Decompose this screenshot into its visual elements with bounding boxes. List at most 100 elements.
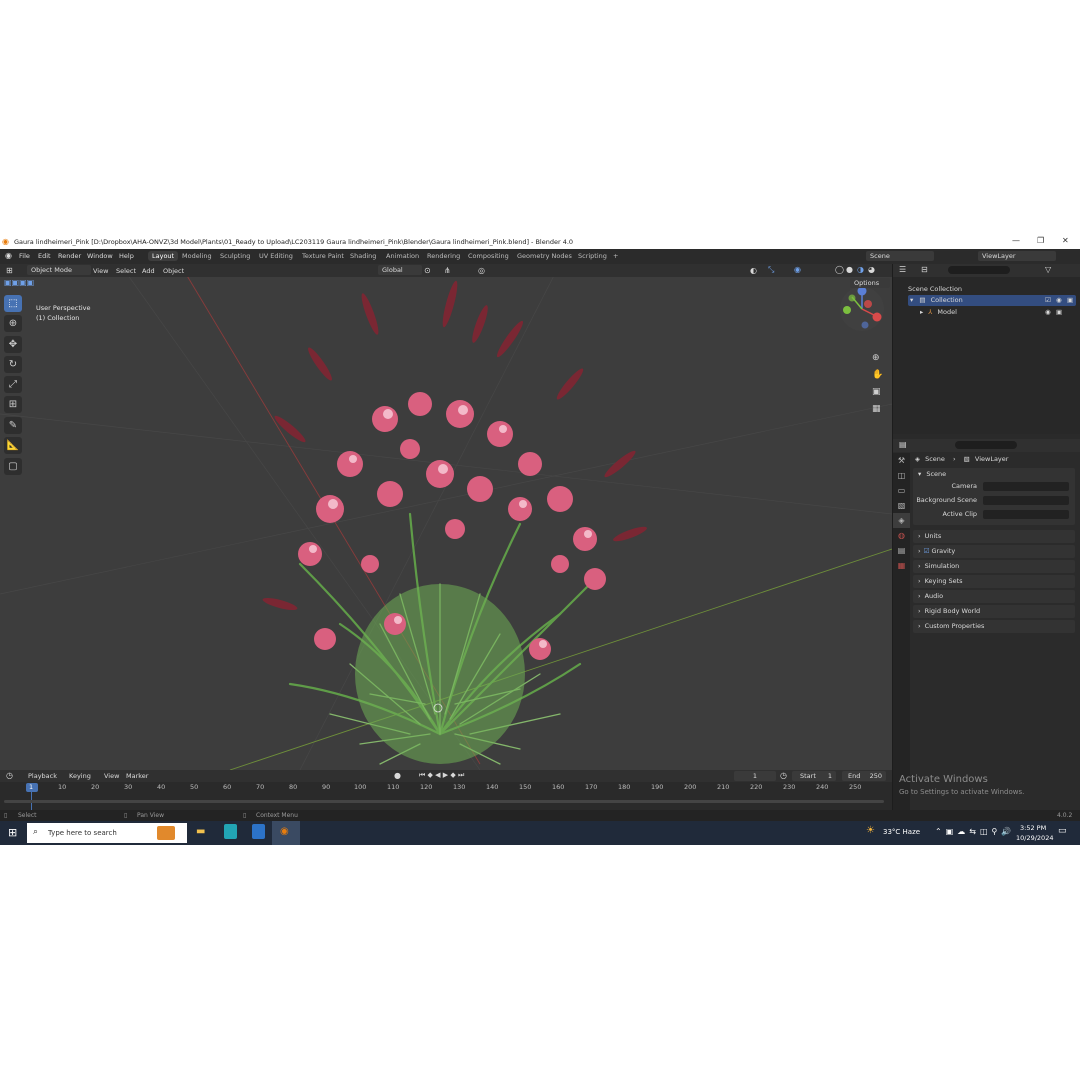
active-clip-field[interactable] xyxy=(983,510,1069,519)
model-row[interactable]: ▸ ⅄ Model ◉ ▣ xyxy=(920,307,1076,318)
menu-edit[interactable]: Edit xyxy=(38,252,51,260)
gravity-checkbox-icon[interactable]: ☑ xyxy=(924,547,930,555)
play-icon[interactable]: ▶ xyxy=(443,771,448,779)
collection-tab-icon[interactable]: ▤ xyxy=(893,543,910,558)
collection-checkbox-icon[interactable]: ☑ xyxy=(1045,295,1051,306)
taskbar-search-box[interactable]: ⌕ Type here to search xyxy=(27,823,187,843)
viewport-menu-object[interactable]: Object xyxy=(163,267,184,275)
outliner-editor-icon[interactable]: ☰ xyxy=(899,265,906,274)
jump-start-icon[interactable]: ⏮ xyxy=(419,771,425,779)
app-3ds-icon[interactable] xyxy=(224,824,237,839)
view-layer-tab-icon[interactable]: ▧ xyxy=(893,498,910,513)
viewport-menu-view[interactable]: View xyxy=(93,267,108,275)
properties-search-input[interactable] xyxy=(955,441,1017,449)
panel-rigid-body-world[interactable]: › Rigid Body World xyxy=(913,605,1075,618)
play-reverse-icon[interactable]: ◀ xyxy=(435,771,440,779)
filter-icon[interactable]: ▽ xyxy=(1045,265,1051,274)
camera-view-icon[interactable]: ▣ xyxy=(872,384,883,401)
panel-custom-properties[interactable]: › Custom Properties xyxy=(913,620,1075,633)
start-frame-field[interactable]: Start 1 xyxy=(792,771,836,781)
display-mode-icon[interactable]: ⊟ xyxy=(921,265,928,274)
collection-expand-icon[interactable]: ▾ xyxy=(910,296,913,304)
prev-keyframe-icon[interactable]: ◆ xyxy=(428,771,433,779)
collection-eye-icon[interactable]: ◉ xyxy=(1056,295,1062,306)
file-explorer-icon[interactable]: ▬ xyxy=(196,826,205,837)
move-icon[interactable]: ✥ xyxy=(4,336,22,353)
blender-menu-icon[interactable]: ◉ xyxy=(5,251,12,260)
rotate-icon[interactable]: ↻ xyxy=(4,356,22,373)
scene-selector[interactable]: Scene xyxy=(866,251,934,261)
tab-geometry-nodes[interactable]: Geometry Nodes xyxy=(517,252,572,260)
weather-icon[interactable]: ☀ xyxy=(866,825,875,836)
tab-uv-editing[interactable]: UV Editing xyxy=(259,252,293,260)
tab-compositing[interactable]: Compositing xyxy=(468,252,509,260)
timeline-menu-playback[interactable]: Playback xyxy=(28,772,57,780)
timeline-menu-keying[interactable]: Keying xyxy=(69,772,91,780)
notifications-icon[interactable]: ▭ xyxy=(1058,826,1067,836)
panel-gravity[interactable]: › ☑ Gravity xyxy=(913,545,1075,558)
menu-window[interactable]: Window xyxy=(87,252,113,260)
overlay-toggle-icon[interactable]: ◉ xyxy=(794,265,801,274)
jump-end-icon[interactable]: ⏭ xyxy=(458,771,464,779)
shading-wireframe-icon[interactable]: ◯ xyxy=(835,265,844,274)
scene-collection-row[interactable]: Scene Collection xyxy=(908,285,962,293)
panel-units[interactable]: › Units xyxy=(913,530,1075,543)
scene-panel-chevron-icon[interactable]: ▾ xyxy=(918,470,921,478)
shading-rendered-icon[interactable]: ◕ xyxy=(868,265,875,274)
collection-row[interactable]: ▾ ▤ Collection ☑ ◉ ▣ xyxy=(908,295,1076,306)
world-tab-icon[interactable]: ◍ xyxy=(893,528,910,543)
windows-start-icon[interactable]: ⊞ xyxy=(8,826,17,839)
select-mode-icon[interactable]: ▣▣▣▣ xyxy=(4,278,34,287)
model-expand-icon[interactable]: ▸ xyxy=(920,308,923,316)
tab-texture-paint[interactable]: Texture Paint xyxy=(302,252,344,260)
tray-icons[interactable]: ⌃▣☁⇆◫⚲🔊 xyxy=(935,827,1015,836)
pan-hand-icon[interactable]: ✋ xyxy=(872,367,883,384)
record-icon[interactable]: ● xyxy=(394,771,401,780)
outliner-search-input[interactable] xyxy=(948,266,1010,274)
annotate-icon[interactable]: ✎ xyxy=(4,417,22,434)
blender-taskbar-button[interactable]: ◉ xyxy=(272,821,300,845)
view-layer-selector[interactable]: ViewLayer xyxy=(978,251,1056,261)
snap-icon[interactable]: ⋔ xyxy=(444,266,451,275)
shading-material-icon[interactable]: ◑ xyxy=(857,265,864,274)
tab-animation[interactable]: Animation xyxy=(386,252,419,260)
transform-orientation[interactable]: Global xyxy=(378,265,422,275)
render-tab-icon[interactable]: ◫ xyxy=(893,468,910,483)
add-workspace-icon[interactable]: + xyxy=(613,252,618,260)
current-frame-field[interactable]: 1 xyxy=(734,771,776,781)
menu-help[interactable]: Help xyxy=(119,252,134,260)
editor-type-icon[interactable]: ⊞ xyxy=(6,266,13,275)
gizmo-toggle-icon[interactable]: ⤡ xyxy=(768,265,774,275)
panel-simulation[interactable]: › Simulation xyxy=(913,560,1075,573)
mode-selector[interactable]: Object Mode xyxy=(27,265,91,275)
menu-render[interactable]: Render xyxy=(58,252,81,260)
tab-shading[interactable]: Shading xyxy=(350,252,376,260)
tab-modeling[interactable]: Modeling xyxy=(182,252,212,260)
pivot-icon[interactable]: ⊙ xyxy=(424,266,431,275)
grid-view-icon[interactable]: ▦ xyxy=(872,401,883,418)
tab-rendering[interactable]: Rendering xyxy=(427,252,460,260)
scene-tab-icon[interactable]: ◈ xyxy=(893,513,910,528)
restore-icon[interactable]: ❐ xyxy=(1037,236,1044,245)
tab-sculpting[interactable]: Sculpting xyxy=(220,252,250,260)
timeline-ruler[interactable]: 1 10 20 30 40 50 60 70 80 90 100 110 120… xyxy=(0,782,892,812)
camera-field[interactable] xyxy=(983,482,1069,491)
timeline-editor-icon[interactable]: ◷ xyxy=(6,771,13,780)
tray-date[interactable]: 10/29/2024 xyxy=(1016,834,1053,842)
timeline-menu-view[interactable]: View xyxy=(104,772,119,780)
model-eye-icon[interactable]: ◉ xyxy=(1045,307,1051,318)
timeline-menu-marker[interactable]: Marker xyxy=(126,772,148,780)
tab-scripting[interactable]: Scripting xyxy=(578,252,607,260)
add-cube-icon[interactable]: ▢ xyxy=(4,458,22,475)
texture-tab-icon[interactable]: ▦ xyxy=(893,558,910,573)
panel-audio[interactable]: › Audio xyxy=(913,590,1075,603)
weather-text[interactable]: 33°C Haze xyxy=(883,828,920,836)
zoom-icon[interactable]: ⊕ xyxy=(872,350,883,367)
options-button[interactable]: Options xyxy=(850,278,890,288)
close-icon[interactable]: ✕ xyxy=(1062,236,1069,245)
properties-editor-icon[interactable]: ▤ xyxy=(899,440,907,449)
tab-layout[interactable]: Layout xyxy=(148,251,179,261)
viewport-menu-select[interactable]: Select xyxy=(116,267,136,275)
panel-keying-sets[interactable]: › Keying Sets xyxy=(913,575,1075,588)
collection-camera-icon[interactable]: ▣ xyxy=(1067,295,1073,306)
